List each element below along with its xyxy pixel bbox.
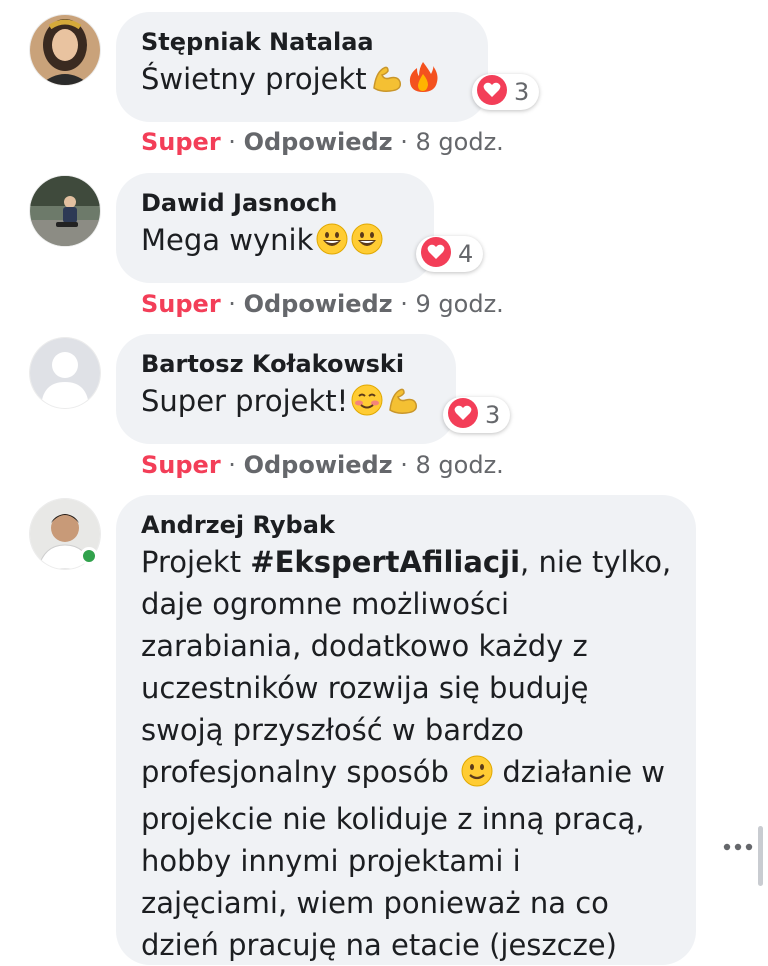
comment-author[interactable]: Stępniak Natalaa [141, 26, 464, 58]
reaction-badge[interactable]: 3 [472, 74, 540, 110]
comment-bubble: Bartosz Kołakowski Super projekt! [116, 334, 456, 444]
grinning-face-icon [316, 223, 348, 266]
separator: · [392, 290, 416, 318]
separator: · [220, 290, 244, 318]
more-horizontal-icon[interactable] [722, 838, 754, 857]
separator: · [392, 128, 416, 156]
comment-bubble: Stępniak Natalaa Świetny projekt [116, 12, 488, 122]
reply-button[interactable]: Odpowiedz [244, 290, 393, 318]
flexed-biceps-icon [370, 62, 404, 105]
comment-text-content: Mega wynik [141, 223, 314, 257]
comment-text-content: Projekt [141, 545, 251, 579]
comment-text-content: Super projekt! [141, 384, 349, 418]
comment-text: Projekt #EkspertAfiliacji, nie tylko, da… [141, 541, 672, 966]
heart-reaction-icon [447, 397, 479, 433]
comment-actions: Super · Odpowiedz · 8 godz. [141, 128, 504, 156]
flexed-biceps-icon [386, 384, 420, 427]
comment-actions: Super · Odpowiedz · 9 godz. [141, 290, 504, 318]
avatar[interactable] [30, 176, 100, 246]
comment-time[interactable]: 8 godz. [416, 128, 504, 156]
react-super-button[interactable]: Super [141, 128, 221, 156]
slightly-smiling-face-icon [461, 755, 493, 798]
online-status-indicator [80, 547, 98, 565]
react-super-button[interactable]: Super [141, 290, 221, 318]
fire-icon [407, 60, 439, 105]
separator: · [220, 128, 244, 156]
smiling-blush-face-icon [351, 384, 383, 427]
hashtag-link[interactable]: #EkspertAfiliacji [250, 545, 520, 579]
reply-button[interactable]: Odpowiedz [244, 128, 393, 156]
reaction-count: 3 [514, 78, 530, 106]
reaction-count: 4 [458, 240, 474, 268]
comment-time[interactable]: 9 godz. [416, 290, 504, 318]
reply-button[interactable]: Odpowiedz [244, 451, 393, 479]
avatar[interactable] [30, 15, 100, 85]
avatar[interactable] [30, 338, 100, 408]
comment-author[interactable]: Bartosz Kołakowski [141, 348, 432, 380]
heart-reaction-icon [420, 236, 452, 272]
comment-bubble: Dawid Jasnoch Mega wynik [116, 173, 434, 283]
reaction-badge[interactable]: 3 [443, 397, 511, 433]
react-super-button[interactable]: Super [141, 451, 221, 479]
comment-time[interactable]: 8 godz. [416, 451, 504, 479]
reaction-count: 3 [485, 401, 501, 429]
comment-author[interactable]: Andrzej Rybak [141, 509, 672, 541]
comment-text: Świetny projekt [141, 58, 464, 105]
comment-text: Super projekt! [141, 380, 432, 427]
comment-text: Mega wynik [141, 219, 410, 266]
comment-author[interactable]: Dawid Jasnoch [141, 187, 410, 219]
reaction-badge[interactable]: 4 [416, 236, 484, 272]
separator: · [392, 451, 416, 479]
scrollbar[interactable] [758, 826, 763, 886]
comment-actions: Super · Odpowiedz · 8 godz. [141, 451, 504, 479]
heart-reaction-icon [476, 74, 508, 110]
separator: · [220, 451, 244, 479]
grinning-face-icon [351, 223, 383, 266]
comment-bubble: Andrzej Rybak Projekt #EkspertAfiliacji,… [116, 495, 696, 965]
comment-text-content: Świetny projekt [141, 62, 367, 96]
comment-text-content: , nie tylko, daje ogromne możliwości zar… [141, 545, 672, 789]
